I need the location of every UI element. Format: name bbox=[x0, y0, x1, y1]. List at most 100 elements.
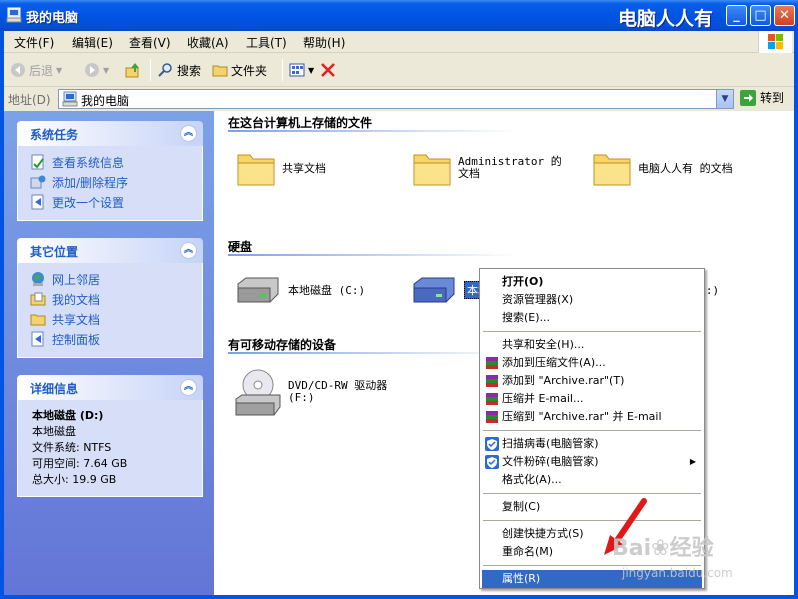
ctx-search[interactable]: 搜索(E)... bbox=[482, 309, 702, 327]
menu-edit[interactable]: 编辑(E) bbox=[72, 34, 113, 51]
go-label: 转到 bbox=[760, 91, 785, 105]
ctx-label: 添加到压缩文件(A)... bbox=[502, 356, 606, 369]
detail-total-size: 总大小: 19.9 GB bbox=[32, 473, 117, 486]
submenu-arrow-icon: ▶ bbox=[689, 457, 696, 466]
menu-view[interactable]: 查看(V) bbox=[129, 34, 171, 51]
ctx-add-to-archive-rar[interactable]: 添加到 "Archive.rar"(T) bbox=[482, 372, 702, 390]
delete-button[interactable] bbox=[320, 59, 336, 81]
ctx-separator bbox=[483, 493, 701, 494]
section-hard-disks: 硬盘 bbox=[228, 240, 253, 254]
toolbar-separator bbox=[282, 59, 283, 81]
task-view-system-info[interactable]: 查看系统信息 bbox=[30, 152, 192, 172]
forward-dropdown-icon[interactable]: ▼ bbox=[103, 66, 109, 75]
up-folder-icon bbox=[125, 63, 139, 78]
delete-x-icon bbox=[321, 63, 335, 77]
ctx-sharing-security[interactable]: 共享和安全(H)... bbox=[482, 336, 702, 354]
collapse-chevron-icon[interactable]: ︽ bbox=[180, 242, 197, 259]
network-places-icon bbox=[32, 272, 44, 286]
collapse-chevron-icon[interactable]: ︽ bbox=[180, 125, 197, 142]
system-info-icon bbox=[31, 154, 44, 170]
task-add-remove-programs[interactable]: 添加/删除程序 bbox=[30, 172, 192, 192]
window-title: 我的电脑 bbox=[26, 11, 79, 26]
menu-file[interactable]: 文件(F) bbox=[14, 34, 54, 51]
place-shared-documents[interactable]: 共享文档 bbox=[30, 309, 192, 329]
folder-label: 共享文档 bbox=[282, 162, 326, 175]
search-button[interactable]: 搜索 bbox=[158, 59, 201, 81]
folders-button[interactable]: 文件夹 bbox=[212, 59, 267, 81]
my-computer-icon bbox=[6, 7, 22, 23]
search-label: 搜索 bbox=[177, 63, 202, 78]
system-tasks-header[interactable]: 系统任务 ︽ bbox=[17, 121, 203, 146]
address-input[interactable]: 我的电脑 ▼ bbox=[58, 89, 734, 109]
place-label: 共享文档 bbox=[52, 312, 101, 327]
folder-shared-documents[interactable]: 共享文档 bbox=[236, 149, 326, 187]
go-arrow-icon bbox=[740, 89, 756, 106]
collapse-chevron-icon[interactable]: ︽ bbox=[180, 379, 197, 396]
folder-label: 电脑人人有 的文档 bbox=[638, 162, 733, 175]
section-divider bbox=[228, 352, 518, 354]
place-label: 我的文档 bbox=[52, 292, 101, 307]
my-documents-icon bbox=[30, 292, 46, 306]
views-grid-icon bbox=[289, 63, 305, 77]
ctx-compress-rar-email[interactable]: 压缩到 "Archive.rar" 并 E-mail bbox=[482, 408, 702, 426]
views-dropdown-icon[interactable]: ▼ bbox=[308, 66, 314, 75]
forward-button[interactable]: ▼ bbox=[84, 59, 109, 81]
drive-f-dvd[interactable]: DVD/CD-RW 驱动器 (F:) bbox=[234, 367, 392, 417]
folder-administrator-documents[interactable]: Administrator 的文档 bbox=[412, 149, 570, 187]
ctx-format[interactable]: 格式化(A)... bbox=[482, 471, 702, 489]
detail-free-space: 可用空间: 7.64 GB bbox=[32, 457, 128, 470]
shared-documents-icon bbox=[30, 314, 46, 326]
back-button[interactable]: 后退 ▼ bbox=[10, 59, 62, 81]
address-dropdown-icon[interactable]: ▼ bbox=[716, 90, 733, 108]
title-bar[interactable]: 我的电脑 电脑人人有 _ □ ✕ bbox=[0, 0, 798, 31]
menu-bar: 文件(F) 编辑(E) 查看(V) 收藏(A) 工具(T) 帮助(H) bbox=[4, 31, 794, 53]
minimize-button[interactable]: _ bbox=[726, 5, 747, 26]
folder-user-documents[interactable]: 电脑人人有 的文档 bbox=[592, 149, 733, 187]
close-button[interactable]: ✕ bbox=[774, 5, 795, 26]
up-folder-button[interactable] bbox=[125, 59, 141, 81]
ctx-copy[interactable]: 复制(C) bbox=[482, 498, 702, 516]
folder-icon bbox=[212, 65, 228, 77]
search-icon bbox=[158, 63, 172, 77]
ctx-explore[interactable]: 资源管理器(X) bbox=[482, 291, 702, 309]
views-button[interactable]: ▼ bbox=[289, 59, 314, 81]
winrar-icon bbox=[486, 411, 498, 423]
folders-label: 文件夹 bbox=[231, 63, 268, 78]
shield-icon bbox=[485, 437, 499, 451]
title-watermark: 电脑人人有 bbox=[618, 8, 714, 30]
drive-label: 本地磁盘 (C:) bbox=[288, 284, 366, 297]
place-control-panel[interactable]: 控制面板 bbox=[30, 329, 192, 349]
ctx-separator bbox=[483, 331, 701, 332]
other-places-header[interactable]: 其它位置 ︽ bbox=[17, 238, 203, 263]
drive-label: DVD/CD-RW 驱动器 (F:) bbox=[288, 379, 388, 404]
baidu-watermark-url: jingyan.baidu.com bbox=[622, 566, 733, 580]
folder-label: Administrator 的文档 bbox=[458, 155, 562, 180]
place-network[interactable]: 网上邻居 bbox=[30, 269, 192, 289]
ctx-compress-email[interactable]: 压缩并 E-mail... bbox=[482, 390, 702, 408]
ctx-add-to-archive[interactable]: 添加到压缩文件(A)... bbox=[482, 354, 702, 372]
go-button[interactable]: 转到 bbox=[740, 89, 784, 106]
system-tasks-title: 系统任务 bbox=[30, 128, 79, 142]
menu-help[interactable]: 帮助(H) bbox=[303, 34, 345, 51]
back-dropdown-icon[interactable]: ▼ bbox=[56, 66, 62, 75]
winrar-icon bbox=[486, 393, 498, 405]
toolbar: 后退 ▼ ▼ 搜索 文件夹 ▼ bbox=[4, 54, 794, 87]
ctx-label: 文件粉碎(电脑管家) bbox=[502, 455, 599, 468]
ctx-scan-virus[interactable]: 扫描病毒(电脑管家) bbox=[482, 435, 702, 453]
ctx-file-shredder[interactable]: 文件粉碎(电脑管家) ▶ bbox=[482, 453, 702, 471]
menu-tools[interactable]: 工具(T) bbox=[246, 34, 287, 51]
menu-favorites[interactable]: 收藏(A) bbox=[187, 34, 229, 51]
place-my-documents[interactable]: 我的文档 bbox=[30, 289, 192, 309]
hard-drive-icon bbox=[413, 277, 455, 303]
folder-icon bbox=[237, 154, 275, 186]
maximize-button[interactable]: □ bbox=[750, 5, 771, 26]
other-places-title: 其它位置 bbox=[30, 245, 79, 259]
detail-drive-type: 本地磁盘 bbox=[32, 425, 76, 438]
section-divider bbox=[228, 130, 518, 132]
drive-c[interactable]: 本地磁盘 (C:) bbox=[234, 276, 365, 304]
ctx-open[interactable]: 打开(O) bbox=[482, 273, 702, 291]
place-label: 网上邻居 bbox=[52, 272, 101, 287]
details-header[interactable]: 详细信息 ︽ bbox=[17, 375, 203, 400]
task-change-setting[interactable]: 更改一个设置 bbox=[30, 192, 192, 212]
hard-drive-icon bbox=[237, 277, 279, 303]
